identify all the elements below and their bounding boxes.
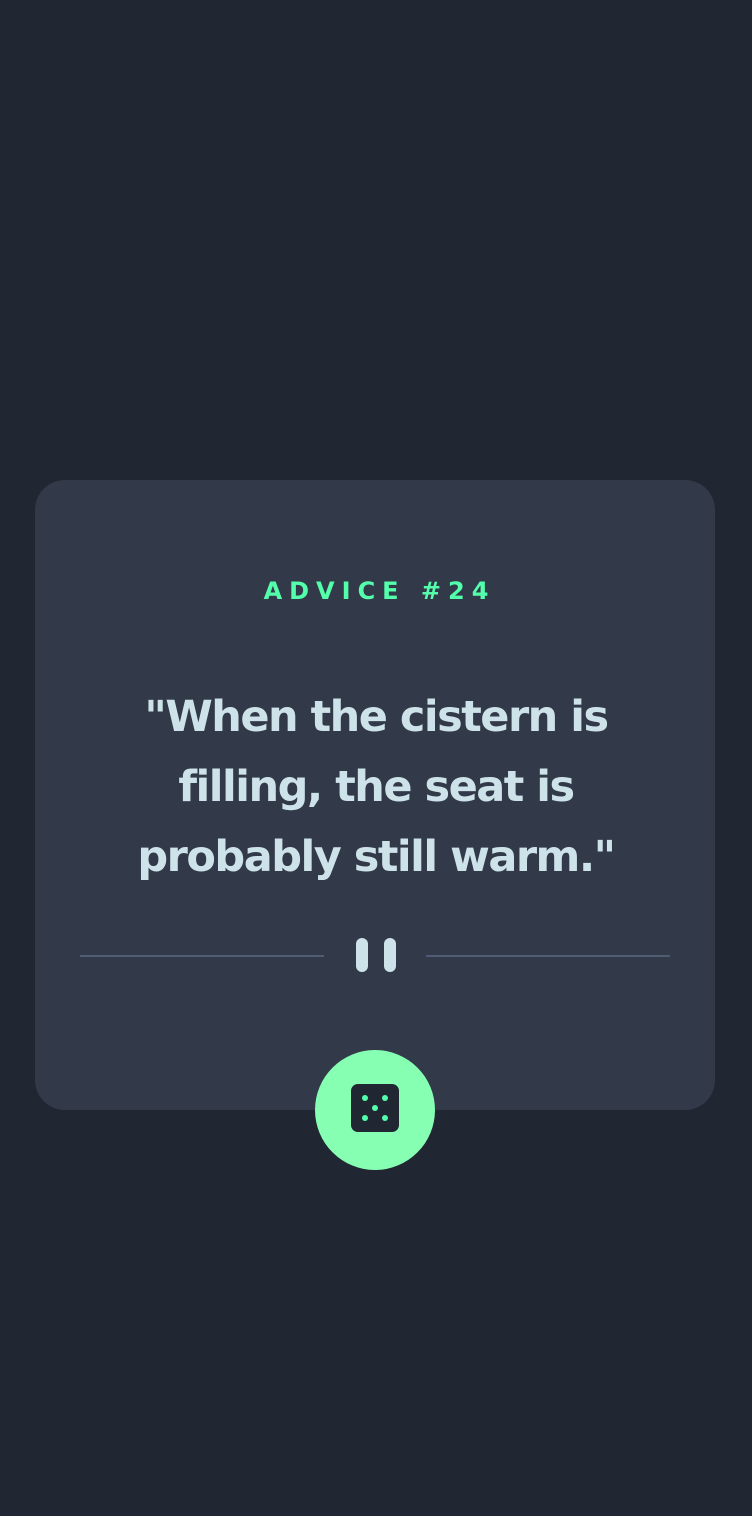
new-advice-button[interactable]	[315, 1050, 435, 1170]
pause-bar-right	[384, 938, 396, 972]
pause-icon	[355, 938, 397, 972]
advice-id-label: ADVICE #24	[263, 577, 496, 605]
divider-line-right	[426, 955, 670, 957]
dice-icon	[351, 1084, 399, 1132]
pause-bar-left	[356, 938, 368, 972]
advice-quote: "When the cistern is filling, the seat i…	[137, 692, 616, 882]
divider-line-left	[80, 955, 324, 957]
